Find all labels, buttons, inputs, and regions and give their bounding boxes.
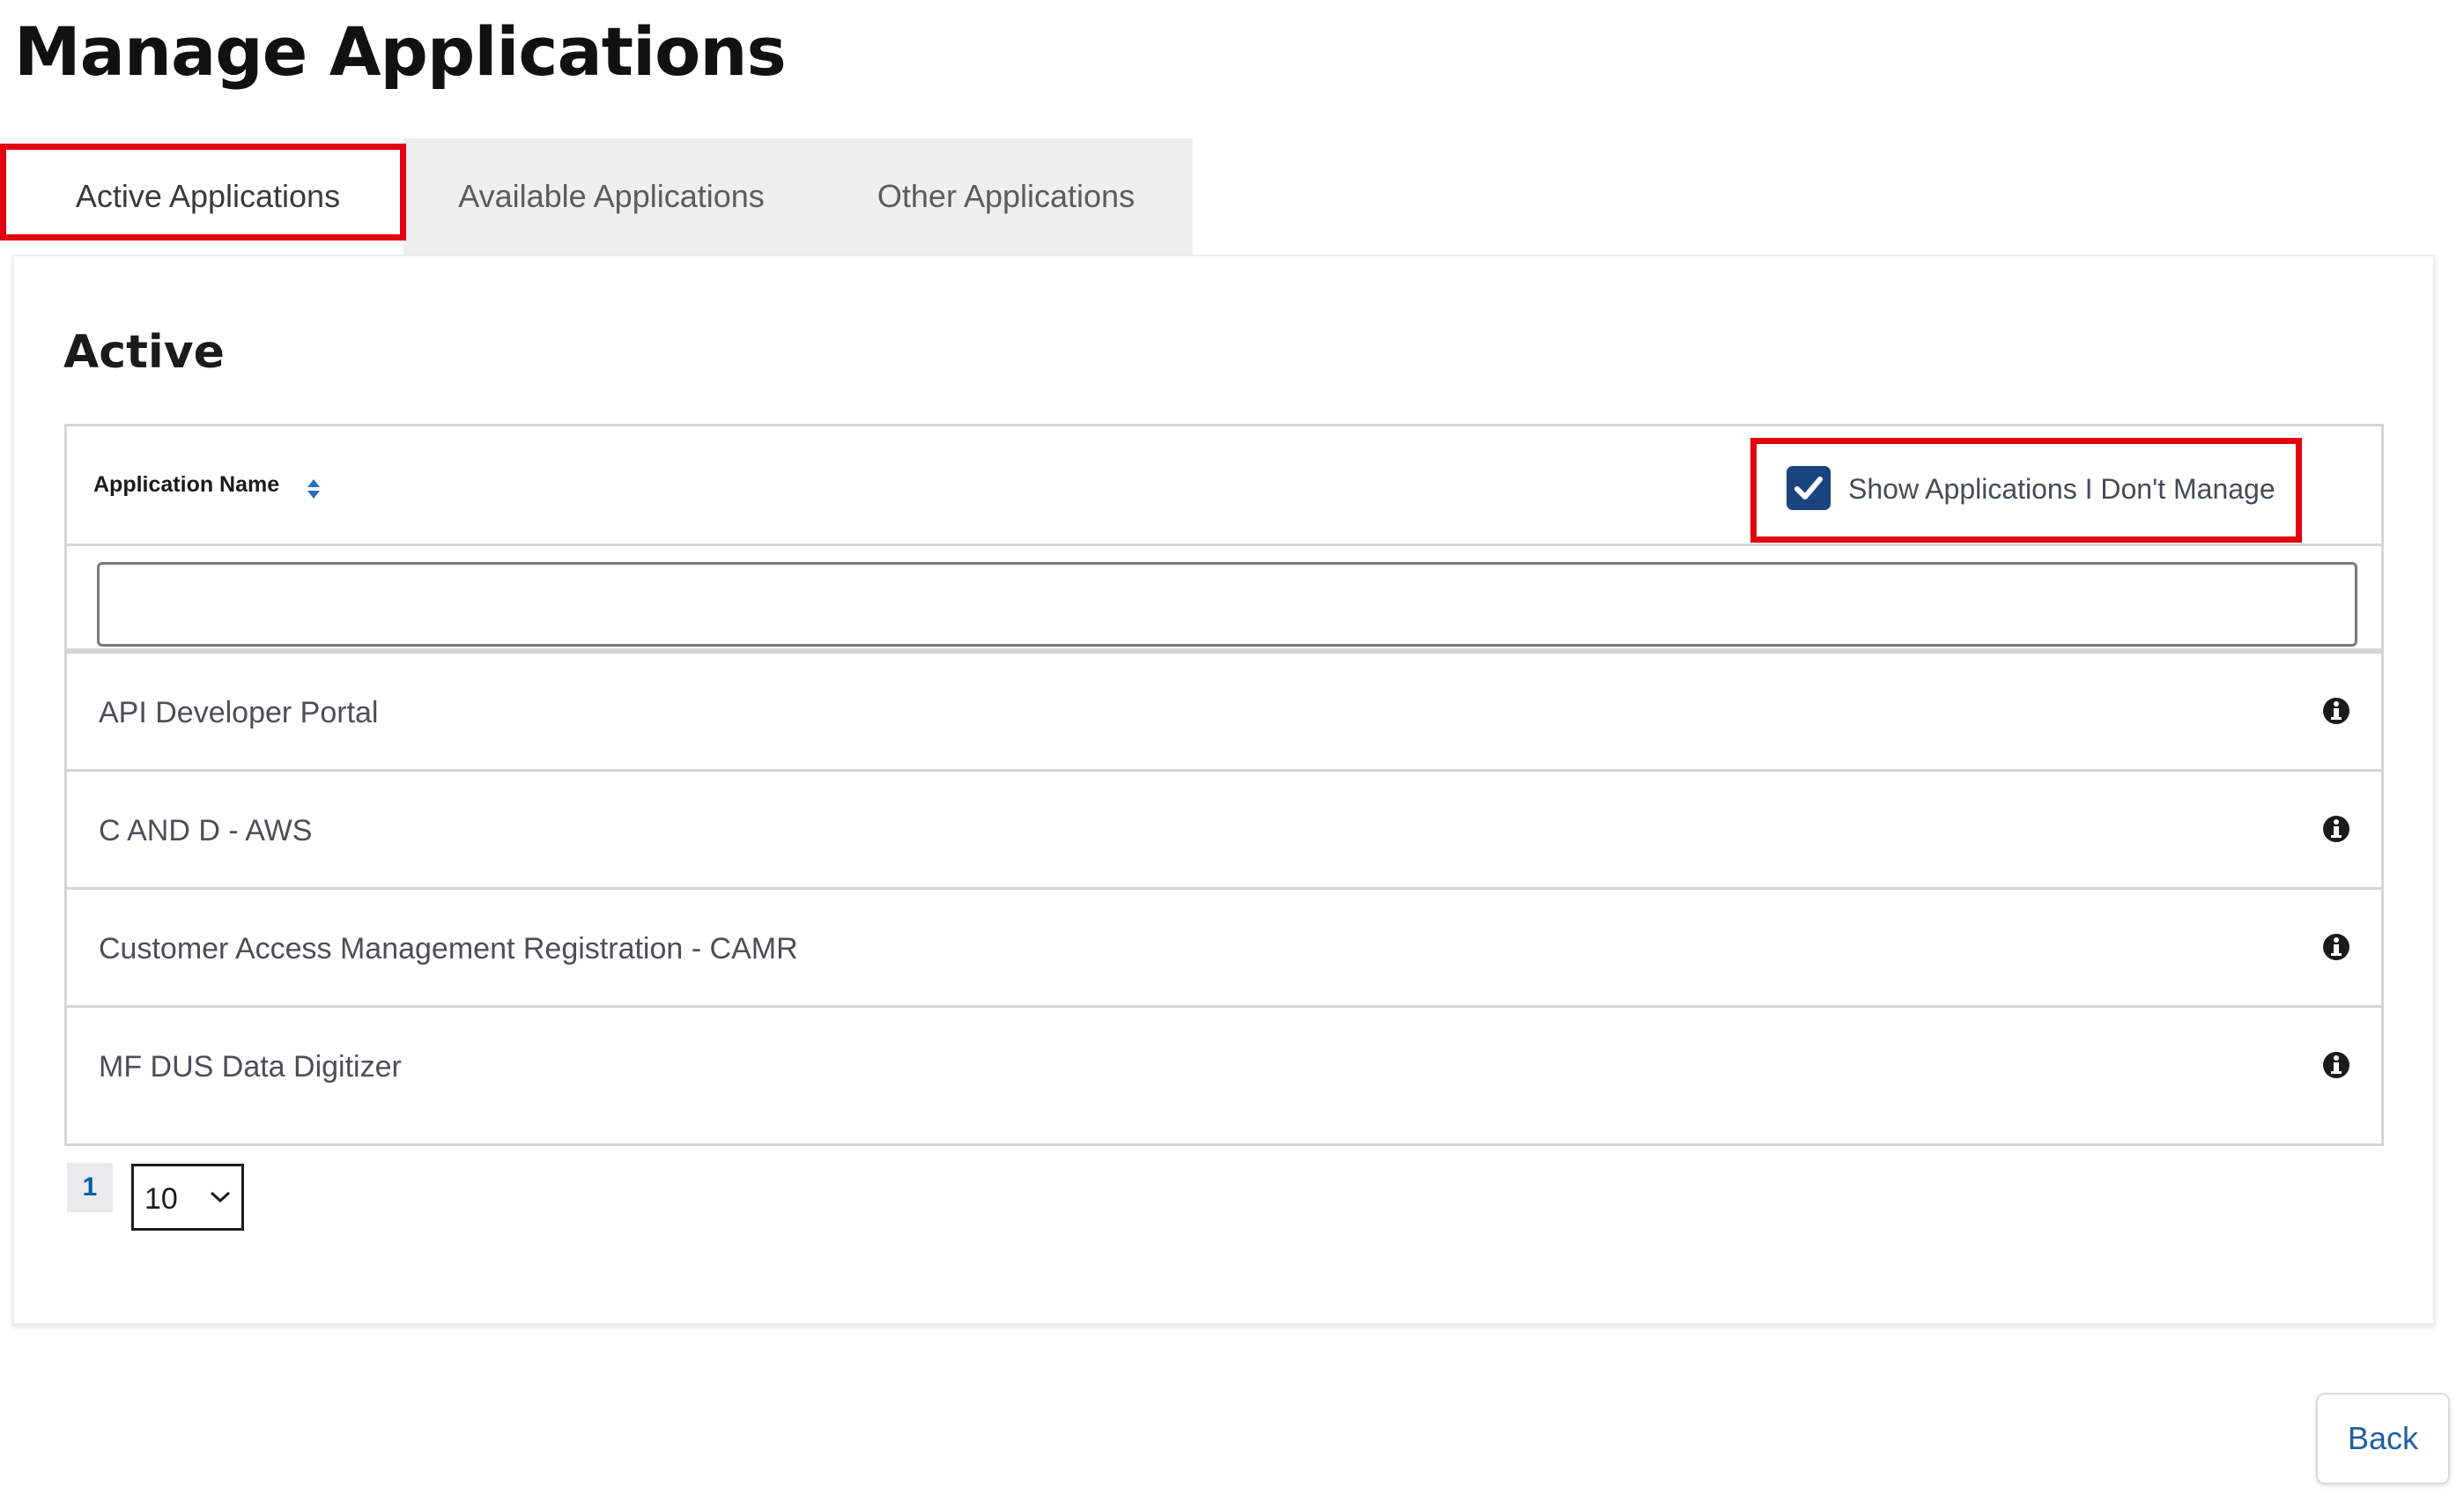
tab-active-applications[interactable]: Active Applications [12, 138, 403, 255]
sort-icon[interactable] [307, 477, 321, 500]
info-icon[interactable] [2321, 1050, 2351, 1080]
page-size-select[interactable]: 10 [131, 1164, 244, 1231]
application-name: C AND D - AWS [99, 814, 313, 847]
application-name: Customer Access Management Registration … [99, 932, 798, 966]
show-unmanaged-label: Show Applications I Don't Manage [1848, 473, 2275, 505]
page-title: Manage Applications [14, 12, 787, 91]
tab-other-applications[interactable]: Other Applications [819, 138, 1193, 255]
info-icon[interactable] [2321, 814, 2351, 844]
page-size-value: 10 [144, 1182, 178, 1216]
info-icon[interactable] [2321, 932, 2351, 962]
applications-table: Application Name Show Applications I Don… [64, 424, 2384, 1146]
application-name-filter-input[interactable] [97, 562, 2357, 647]
show-unmanaged-checkbox[interactable] [1787, 466, 1831, 510]
table-header: Application Name Show Applications I Don… [67, 426, 2381, 546]
filter-row [67, 546, 2381, 654]
table-row[interactable]: MF DUS Data Digitizer [67, 1008, 2381, 1126]
back-button[interactable]: Back [2316, 1393, 2450, 1484]
column-header-application-name[interactable]: Application Name [93, 472, 279, 498]
table-row[interactable]: API Developer Portal [67, 654, 2381, 772]
pagination-page-1[interactable]: 1 [67, 1163, 113, 1212]
application-name: MF DUS Data Digitizer [99, 1050, 402, 1084]
chevron-down-icon [210, 1191, 231, 1203]
table-row[interactable]: Customer Access Management Registration … [67, 890, 2381, 1008]
section-title: Active [63, 326, 225, 379]
tab-available-applications[interactable]: Available Applications [403, 138, 819, 255]
checkmark-icon [1794, 477, 1823, 499]
info-icon[interactable] [2321, 696, 2351, 726]
table-row[interactable]: C AND D - AWS [67, 772, 2381, 890]
application-name: API Developer Portal [99, 696, 379, 729]
